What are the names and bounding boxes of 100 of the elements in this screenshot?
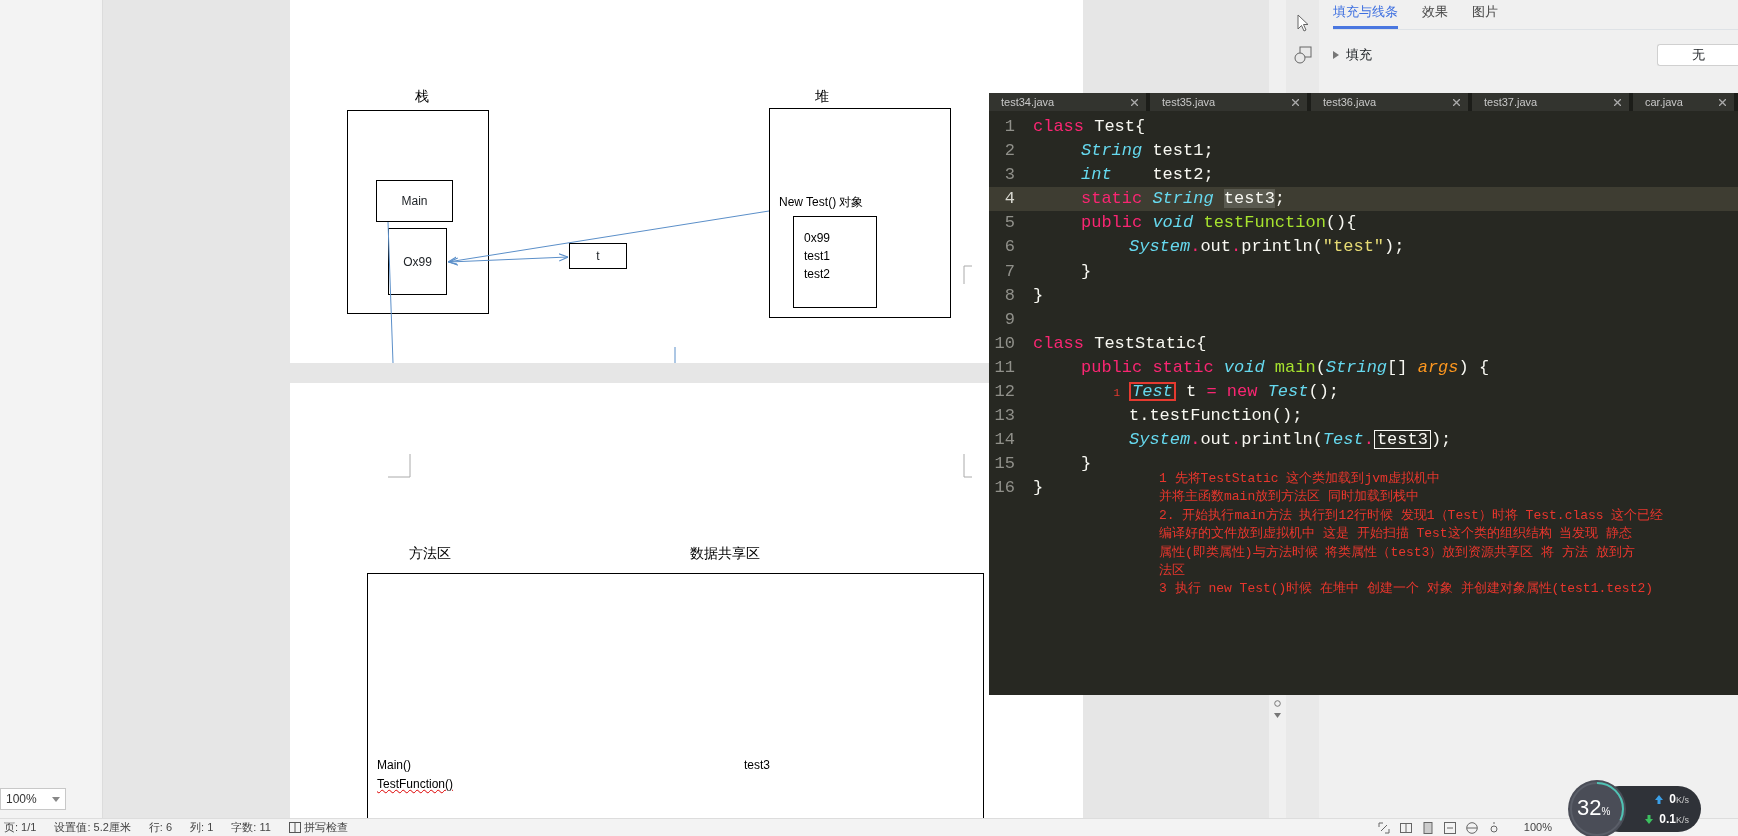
shapes-icon[interactable] bbox=[1293, 46, 1312, 64]
code-token: testFunction bbox=[1203, 213, 1326, 233]
code-token: Test bbox=[1267, 382, 1309, 402]
code-token: ; bbox=[1274, 189, 1286, 209]
code-token: (){ bbox=[1325, 213, 1357, 233]
line-number: 3 bbox=[1003, 164, 1015, 187]
download-arrow-icon bbox=[1645, 814, 1654, 824]
upload-arrow-icon bbox=[1655, 794, 1664, 804]
line-number: 7 bbox=[1003, 260, 1015, 283]
stack-label: 栈 bbox=[415, 87, 429, 106]
code-token: . bbox=[1190, 237, 1201, 257]
zoom-level: 100% bbox=[1523, 820, 1552, 836]
code-token: } bbox=[1033, 478, 1044, 498]
expand-arrow-icon[interactable] bbox=[1333, 50, 1339, 59]
object-label: New Test() 对象 bbox=[779, 194, 864, 211]
note-line: 编译好的文件放到虚拟机中 这是 开始扫描 Test这个类的组织结构 当发现 静态 bbox=[1159, 525, 1634, 544]
code-token: println( bbox=[1241, 237, 1323, 257]
line-number: 9 bbox=[1003, 308, 1015, 331]
brightness-icon[interactable] bbox=[1487, 821, 1500, 834]
cursor-icon[interactable] bbox=[1295, 14, 1310, 32]
code-token: String bbox=[1152, 189, 1214, 209]
panel-tab[interactable]: 填充与线条 bbox=[1333, 0, 1398, 29]
line-number: 2 bbox=[1003, 140, 1015, 163]
close-icon[interactable] bbox=[1292, 98, 1299, 106]
code-token: } bbox=[1081, 261, 1092, 281]
panel-tab[interactable]: 效果 bbox=[1422, 0, 1448, 29]
close-icon[interactable] bbox=[1453, 98, 1460, 106]
line-number: 4 bbox=[1003, 188, 1015, 211]
code-token: int bbox=[1081, 165, 1112, 185]
outline-icon[interactable] bbox=[1443, 821, 1456, 834]
spell-check-button[interactable]: 拼写检查 bbox=[303, 819, 348, 836]
code-token: t bbox=[1186, 382, 1197, 402]
line-number: 15 bbox=[993, 453, 1015, 476]
code-token: [] bbox=[1387, 357, 1408, 377]
stack-frame: Ox99 bbox=[388, 228, 447, 295]
code-token: . bbox=[1231, 237, 1242, 257]
code-token: TestStatic{ bbox=[1094, 333, 1207, 353]
code-token: main bbox=[1274, 357, 1316, 377]
code-token: t.testFunction(); bbox=[1129, 406, 1303, 426]
fill-label: 填充 bbox=[1346, 45, 1372, 64]
load-meter bbox=[1568, 780, 1626, 836]
load-percent: 32% bbox=[1577, 794, 1611, 822]
page-icon[interactable] bbox=[1421, 821, 1434, 834]
line-number: 11 bbox=[993, 356, 1015, 379]
code-token: String bbox=[1081, 141, 1143, 161]
stack-frame: Main bbox=[376, 180, 453, 222]
line-number: 8 bbox=[1003, 284, 1015, 307]
note-line: 2. 开始执行main方法 执行到12行时候 发现1（Test）时将 Test.class 这个已经 bbox=[1159, 506, 1664, 525]
code-token: . bbox=[1190, 430, 1201, 450]
line-number: 16 bbox=[993, 477, 1015, 500]
code-token: . bbox=[1231, 430, 1242, 450]
zoom-dropdown[interactable]: 100% bbox=[0, 788, 66, 810]
status-text: 设置值: 5.2厘米 bbox=[54, 820, 131, 836]
code-token: . bbox=[1363, 430, 1374, 450]
close-icon[interactable] bbox=[1131, 98, 1138, 106]
code-token: println( bbox=[1241, 430, 1323, 450]
code-token: ); bbox=[1384, 237, 1405, 257]
scroll-down-icon[interactable] bbox=[1274, 713, 1281, 718]
code-token: public bbox=[1081, 213, 1143, 233]
note-line: 法区 bbox=[1159, 562, 1186, 581]
code-token: out bbox=[1200, 237, 1232, 257]
code-token: void bbox=[1152, 213, 1194, 233]
method-name: TestFunction() bbox=[377, 776, 454, 793]
area-label: 数据共享区 bbox=[690, 544, 760, 563]
code-token: } bbox=[1033, 285, 1044, 305]
code-token: test3 bbox=[1373, 430, 1431, 450]
circle-icon[interactable] bbox=[1274, 700, 1281, 707]
code-token: test2; bbox=[1152, 165, 1214, 185]
code-token: static bbox=[1081, 189, 1143, 209]
corner-mark bbox=[963, 265, 973, 285]
code-token: Test{ bbox=[1094, 117, 1146, 136]
book-icon[interactable] bbox=[1399, 821, 1412, 834]
code-token: ( bbox=[1315, 357, 1326, 377]
line-number: 6 bbox=[1003, 236, 1015, 259]
code-token: test1; bbox=[1152, 141, 1214, 161]
speed-value: 0K/s bbox=[1669, 791, 1689, 808]
close-icon[interactable] bbox=[1614, 98, 1621, 106]
corner-mark bbox=[387, 453, 411, 478]
status-text: 页: 1/1 bbox=[4, 820, 37, 836]
fullscreen-icon[interactable] bbox=[1377, 821, 1390, 834]
code-token: public static bbox=[1081, 357, 1214, 377]
code-token: ) { bbox=[1458, 357, 1490, 377]
code-token: Test bbox=[1322, 430, 1364, 450]
corner-mark bbox=[963, 453, 973, 478]
object-field: test1 bbox=[804, 247, 830, 265]
code-token: class bbox=[1033, 117, 1084, 136]
code-token: args bbox=[1417, 357, 1459, 377]
code-token: Test bbox=[1129, 382, 1176, 402]
globe-icon[interactable] bbox=[1465, 821, 1478, 834]
book-icon[interactable] bbox=[288, 822, 301, 833]
code-token: System bbox=[1129, 237, 1191, 257]
note-line: 属性(即类属性)与方法时候 将类属性（test3）放到资源共享区 将 方法 放到方 bbox=[1159, 543, 1636, 562]
code-token: void bbox=[1223, 357, 1265, 377]
code-token: test3 bbox=[1223, 189, 1275, 209]
code-token: class bbox=[1033, 333, 1084, 353]
note-line: 3 执行 new Test()时候 在堆中 创建一个 对象 并创建对象属性(test1.test2) bbox=[1159, 580, 1655, 599]
fill-dropdown[interactable]: 无 bbox=[1657, 43, 1738, 66]
field-name: test3 bbox=[744, 757, 770, 774]
panel-tab[interactable]: 图片 bbox=[1472, 0, 1498, 29]
close-icon[interactable] bbox=[1719, 98, 1726, 106]
